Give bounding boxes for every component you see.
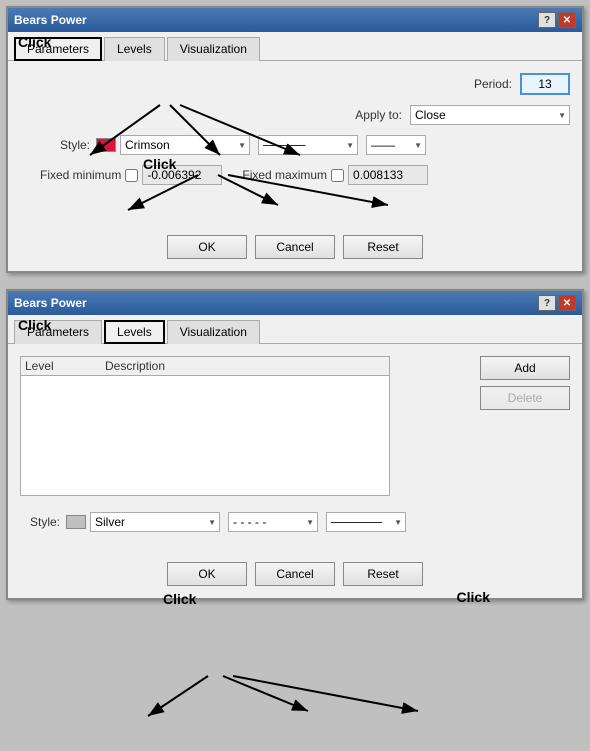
levels-content: Level Description Add Delete: [20, 356, 570, 504]
color-swatch-2[interactable]: [66, 515, 86, 529]
dialog-1-title: Bears Power: [14, 13, 87, 27]
levels-table[interactable]: Level Description: [20, 356, 390, 496]
apply-select-wrapper: Close Open High Low: [410, 105, 570, 125]
reset-button-1[interactable]: Reset: [343, 235, 423, 259]
title-bar-2: Bears Power ? ✕: [8, 291, 582, 315]
cancel-button-2[interactable]: Cancel: [255, 562, 335, 586]
ok-button-2[interactable]: OK: [167, 562, 247, 586]
color-swatch-1[interactable]: [96, 138, 116, 152]
tab-levels-1[interactable]: Levels: [104, 37, 165, 61]
tab-parameters-1[interactable]: Parameters: [14, 37, 102, 61]
period-label: Period:: [474, 77, 512, 91]
help-button-1[interactable]: ?: [538, 12, 556, 28]
dialog-2-title: Bears Power: [14, 296, 87, 310]
fixed-max-checkbox[interactable]: [331, 169, 344, 182]
line-style-select[interactable]: ───── - - - - ·····: [258, 135, 358, 155]
ok-button-1[interactable]: OK: [167, 235, 247, 259]
dialog-2: Bears Power ? ✕ Click Parameters Levels …: [6, 289, 584, 600]
click-annotation-area: [20, 195, 570, 215]
col-level-header: Level: [25, 359, 105, 373]
min-max-row: Fixed minimum Fixed maximum: [20, 165, 570, 185]
close-button-2[interactable]: ✕: [558, 295, 576, 311]
reset-button-2[interactable]: Reset: [343, 562, 423, 586]
levels-table-header: Level Description: [21, 357, 389, 376]
line-width-select-2[interactable]: ────── ══════: [326, 512, 406, 532]
color-select-2[interactable]: Silver Gray White: [90, 512, 220, 532]
style-row-2: Style: Silver Gray White - - - - - ─────: [20, 512, 570, 532]
levels-buttons: Add Delete: [480, 356, 570, 504]
tab-bar-1: Parameters Levels Visualization: [8, 32, 582, 61]
line-width-select[interactable]: —— ═══: [366, 135, 426, 155]
tab-content-1: Period: Apply to: Close Open High Low St…: [8, 61, 582, 227]
fixed-max-input[interactable]: [348, 165, 428, 185]
fixed-min-input[interactable]: [142, 165, 222, 185]
line-width-wrapper: —— ═══: [366, 135, 426, 155]
line-style-wrapper-2: - - - - - ───── ·····: [228, 512, 318, 532]
tab-visualization-2[interactable]: Visualization: [167, 320, 260, 344]
title-bar-buttons-1: ? ✕: [538, 12, 576, 28]
tab-content-2: Level Description Add Delete Click: [8, 344, 582, 554]
bottom-buttons-2: OK Cancel Reset: [8, 554, 582, 598]
levels-table-area: Level Description: [20, 356, 472, 504]
apply-select[interactable]: Close Open High Low: [410, 105, 570, 125]
tab-levels-2[interactable]: Levels: [104, 320, 165, 344]
fixed-min-checkbox[interactable]: [125, 169, 138, 182]
style-arrows-2: [108, 671, 508, 751]
col-desc-header: Description: [105, 359, 385, 373]
line-style-wrapper: ───── - - - - ·····: [258, 135, 358, 155]
style-row-2-container: Style: Silver Gray White - - - - - ─────: [20, 512, 570, 532]
fixed-max-label: Fixed maximum: [242, 168, 327, 182]
title-bar-buttons-2: ? ✕: [538, 295, 576, 311]
tab-parameters-2[interactable]: Parameters: [14, 320, 102, 344]
apply-row: Apply to: Close Open High Low: [20, 105, 570, 125]
color-select-wrapper: Crimson Red Blue: [120, 135, 250, 155]
color-select-wrapper-2: Silver Gray White: [90, 512, 220, 532]
fixed-min-label: Fixed minimum: [40, 168, 121, 182]
dialog-1: Bears Power ? ✕ Click Parameters Levels …: [6, 6, 584, 273]
line-width-wrapper-2: ────── ══════: [326, 512, 406, 532]
style-row: Style: Crimson Red Blue ───── - - - - ··…: [20, 135, 570, 155]
period-input[interactable]: [520, 73, 570, 95]
cancel-button-1[interactable]: Cancel: [255, 235, 335, 259]
help-button-2[interactable]: ?: [538, 295, 556, 311]
bottom-buttons-1: OK Cancel Reset: [8, 227, 582, 271]
close-button-1[interactable]: ✕: [558, 12, 576, 28]
tab-bar-2: Parameters Levels Visualization: [8, 315, 582, 344]
color-select[interactable]: Crimson Red Blue: [120, 135, 250, 155]
add-button[interactable]: Add: [480, 356, 570, 380]
delete-button[interactable]: Delete: [480, 386, 570, 410]
style-label-2: Style:: [30, 515, 60, 529]
tab-visualization-1[interactable]: Visualization: [167, 37, 260, 61]
line-style-select-2[interactable]: - - - - - ───── ·····: [228, 512, 318, 532]
apply-label: Apply to:: [355, 108, 402, 122]
title-bar-1: Bears Power ? ✕: [8, 8, 582, 32]
style-label: Style:: [60, 138, 90, 152]
period-row: Period:: [20, 73, 570, 95]
